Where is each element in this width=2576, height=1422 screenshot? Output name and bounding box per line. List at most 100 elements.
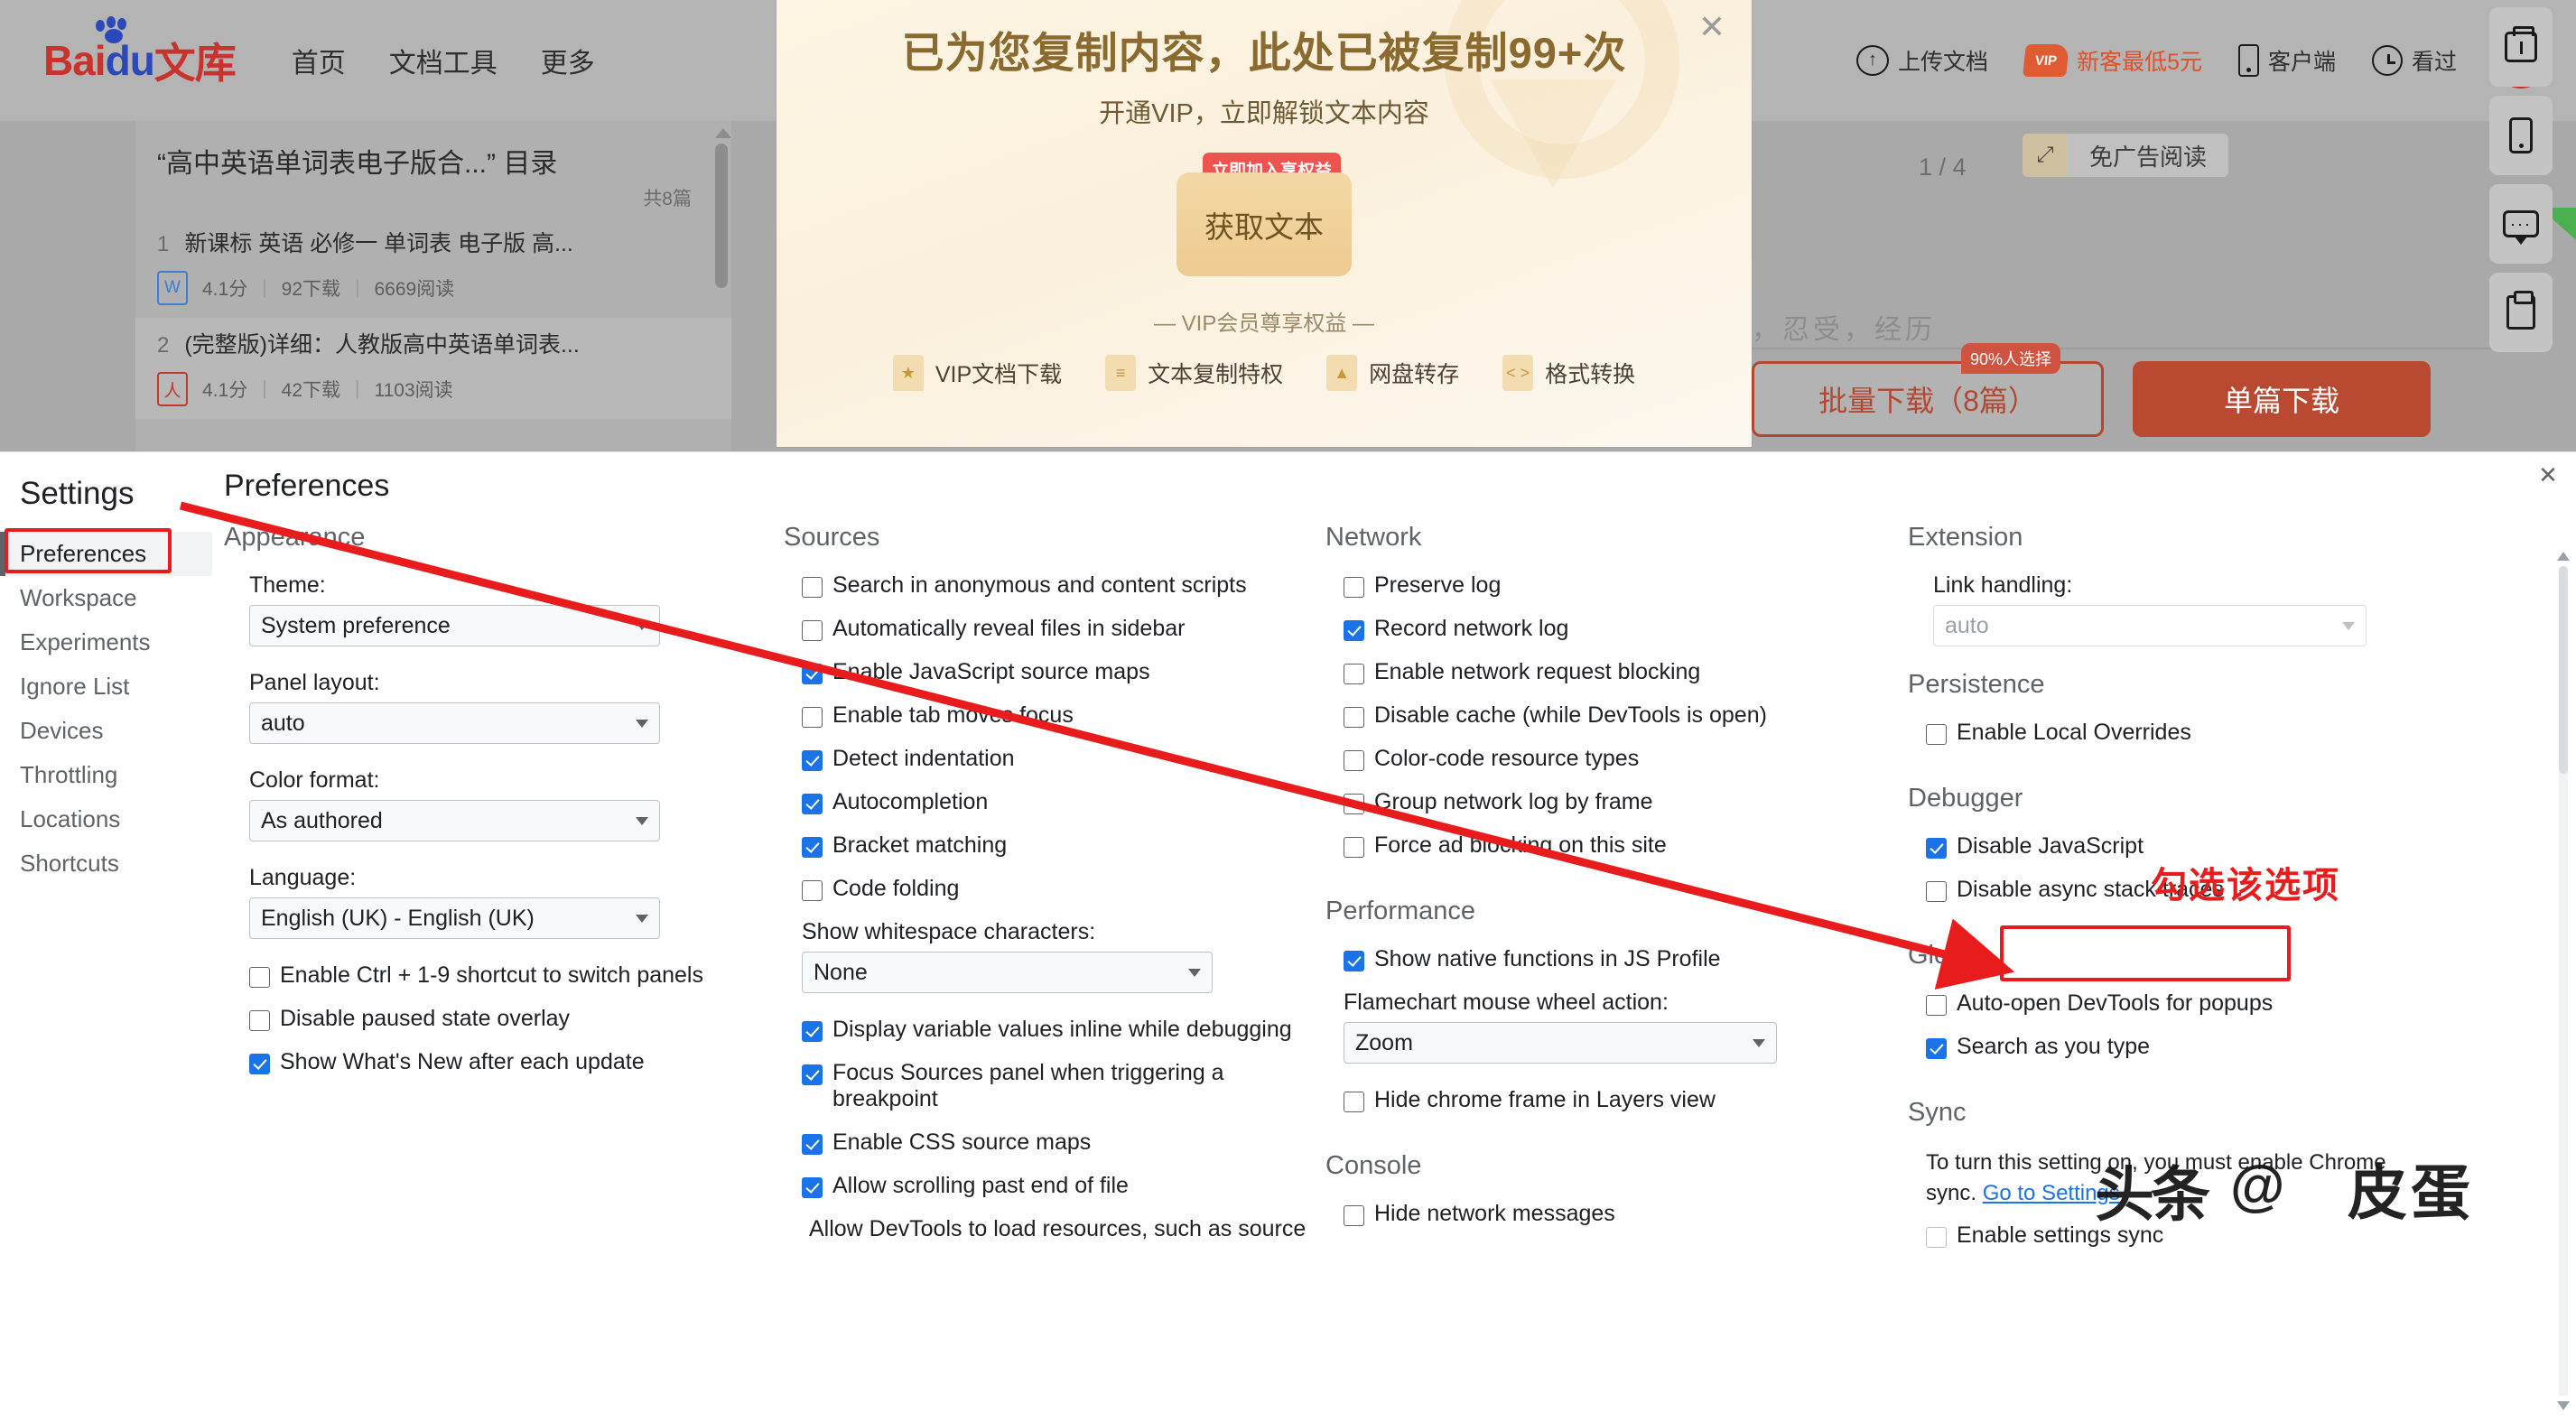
checkbox-icon[interactable] <box>802 837 823 858</box>
checkbox-force-ad-blocking[interactable]: Force ad blocking on this site <box>1344 832 1890 859</box>
scroll-up-arrow-icon[interactable] <box>2557 552 2570 561</box>
panel-layout-select[interactable]: auto <box>249 702 660 744</box>
history-button[interactable]: 看过 <box>2371 44 2457 77</box>
sidebar-item-preferences[interactable]: Preferences <box>0 532 212 576</box>
checkbox-autocompletion[interactable]: Autocompletion <box>802 789 1307 815</box>
checkbox-icon[interactable] <box>1344 794 1364 814</box>
checkbox-search-as-you-type[interactable]: Search as you type <box>1926 1034 2468 1060</box>
checkbox-icon[interactable] <box>1344 1205 1364 1226</box>
checkbox-code-folding[interactable]: Code folding <box>802 876 1307 902</box>
list-item[interactable]: 2 (完整版)详细：人教版高中英语单词表... 人 4.1分 | 42下载 | … <box>135 318 731 419</box>
scrollbar-thumb[interactable] <box>2559 566 2568 774</box>
checkbox-icon[interactable] <box>1344 750 1364 771</box>
checkbox-icon[interactable] <box>249 1010 270 1031</box>
benefit-text-copy[interactable]: ≡ 文本复制特权 <box>1105 355 1283 391</box>
single-download-button[interactable]: 单篇下载 <box>2133 361 2431 437</box>
checkbox-icon[interactable] <box>802 750 823 771</box>
checkbox-icon[interactable] <box>1344 577 1364 598</box>
sidebar-item-throttling[interactable]: Throttling <box>0 753 212 797</box>
adfree-reading-button[interactable]: ⤢ 免广告阅读 <box>2023 134 2228 177</box>
checkbox-icon[interactable] <box>1926 838 1947 859</box>
theme-select[interactable]: System preference <box>249 605 660 646</box>
checkbox-icon[interactable] <box>802 1064 823 1085</box>
scrollbar-thumb[interactable] <box>715 144 728 288</box>
scroll-down-arrow-icon[interactable] <box>2557 1401 2570 1410</box>
checkbox-icon[interactable] <box>1926 1038 1947 1059</box>
checkbox-icon[interactable] <box>1344 837 1364 858</box>
sidebar-item-ignore-list[interactable]: Ignore List <box>0 665 212 709</box>
checkbox-icon[interactable] <box>1926 995 1947 1016</box>
flamechart-select[interactable]: Zoom <box>1344 1022 1777 1064</box>
checkbox-focus-sources-on-breakpoint[interactable]: Focus Sources panel when triggering a br… <box>802 1060 1307 1112</box>
nav-item-doc-tools[interactable]: 文档工具 <box>389 41 498 80</box>
checkbox-icon[interactable] <box>802 1134 823 1155</box>
checkbox-icon[interactable] <box>1344 664 1364 684</box>
list-item[interactable]: 1 新课标 英语 必修一 单词表 电子版 高... W 4.1分 | 92下载 … <box>135 217 731 318</box>
whitespace-select[interactable]: None <box>802 952 1213 993</box>
checkbox-allow-devtools-load-resources[interactable]: Allow DevTools to load resources, such a… <box>809 1216 1307 1242</box>
briefcase-tool-button[interactable] <box>2489 7 2553 87</box>
settings-scrollbar[interactable] <box>2556 552 2571 1410</box>
sidebar-item-locations[interactable]: Locations <box>0 797 212 841</box>
language-select[interactable]: English (UK) - English (UK) <box>249 897 660 939</box>
checkbox-show-native-functions[interactable]: Show native functions in JS Profile <box>1344 946 1890 972</box>
checkbox-icon[interactable] <box>1344 707 1364 728</box>
checkbox-icon[interactable] <box>1344 620 1364 641</box>
checkbox-icon[interactable] <box>802 620 823 641</box>
checkbox-icon[interactable] <box>1344 1092 1364 1112</box>
checkbox-enable-js-source-maps[interactable]: Enable JavaScript source maps <box>802 659 1307 685</box>
sidebar-item-workspace[interactable]: Workspace <box>0 576 212 620</box>
nav-item-home[interactable]: 首页 <box>292 41 346 80</box>
checkbox-color-code-resource-types[interactable]: Color-code resource types <box>1344 746 1890 772</box>
checkbox-icon[interactable] <box>249 967 270 988</box>
color-format-select[interactable]: As authored <box>249 800 660 841</box>
checkbox-disable-cache[interactable]: Disable cache (while DevTools is open) <box>1344 702 1890 729</box>
link-handling-select[interactable]: auto <box>1933 605 2367 646</box>
checkbox-tab-moves-focus[interactable]: Enable tab moves focus <box>802 702 1307 729</box>
checkbox-record-network-log[interactable]: Record network log <box>1344 616 1890 642</box>
vip-promo-button[interactable]: VIP 新客最低5元 <box>2023 44 2202 77</box>
checkbox-auto-reveal-files[interactable]: Automatically reveal files in sidebar <box>802 616 1307 642</box>
clipboard-tool-button[interactable] <box>2489 273 2553 352</box>
feedback-tool-button[interactable]: ··· <box>2489 184 2553 264</box>
checkbox-icon[interactable] <box>802 577 823 598</box>
checkbox-icon[interactable] <box>802 664 823 684</box>
checkbox-allow-scrolling-past-eof[interactable]: Allow scrolling past end of file <box>802 1173 1307 1199</box>
checkbox-auto-open-devtools-popups[interactable]: Auto-open DevTools for popups <box>1926 990 2468 1017</box>
checkbox-icon[interactable] <box>1926 1227 1947 1249</box>
checkbox-icon[interactable] <box>249 1054 270 1074</box>
checkbox-detect-indentation[interactable]: Detect indentation <box>802 746 1307 772</box>
sidebar-item-experiments[interactable]: Experiments <box>0 620 212 665</box>
checkbox-icon[interactable] <box>802 1021 823 1042</box>
checkbox-enable-css-source-maps[interactable]: Enable CSS source maps <box>802 1129 1307 1156</box>
scroll-up-arrow-icon[interactable] <box>715 128 731 138</box>
checkbox-icon[interactable] <box>1926 881 1947 902</box>
checkbox-icon[interactable] <box>802 794 823 814</box>
checkbox-search-anonymous-scripts[interactable]: Search in anonymous and content scripts <box>802 572 1307 599</box>
benefit-format-convert[interactable]: < > 格式转换 <box>1502 355 1635 391</box>
checkbox-display-variable-values-inline[interactable]: Display variable values inline while deb… <box>802 1017 1307 1043</box>
checkbox-enable-local-overrides[interactable]: Enable Local Overrides <box>1926 720 2468 746</box>
checkbox-icon[interactable] <box>802 707 823 728</box>
nav-item-more[interactable]: 更多 <box>541 41 595 80</box>
close-icon[interactable]: ✕ <box>2533 460 2563 490</box>
checkbox-show-whats-new[interactable]: Show What's New after each update <box>249 1049 766 1075</box>
checkbox-hide-chrome-frame[interactable]: Hide chrome frame in Layers view <box>1344 1087 1890 1113</box>
checkbox-icon[interactable] <box>1344 951 1364 971</box>
checkbox-icon[interactable] <box>802 1177 823 1198</box>
checkbox-disable-paused-state-overlay[interactable]: Disable paused state overlay <box>249 1006 766 1032</box>
checkbox-enable-ctrl-shortcut[interactable]: Enable Ctrl + 1-9 shortcut to switch pan… <box>249 962 766 989</box>
checkbox-icon[interactable] <box>1926 724 1947 745</box>
benefit-cloud-save[interactable]: ▲ 网盘转存 <box>1326 355 1459 391</box>
client-app-button[interactable]: 客户端 <box>2237 44 2336 77</box>
sidebar-item-shortcuts[interactable]: Shortcuts <box>0 841 212 886</box>
checkbox-bracket-matching[interactable]: Bracket matching <box>802 832 1307 859</box>
document-list-scrollbar[interactable] <box>715 128 731 327</box>
checkbox-group-network-log-by-frame[interactable]: Group network log by frame <box>1344 789 1890 815</box>
get-text-button[interactable]: 获取文本 <box>1176 172 1352 276</box>
mobile-tool-button[interactable] <box>2489 96 2553 175</box>
checkbox-enable-network-request-blocking[interactable]: Enable network request blocking <box>1344 659 1890 685</box>
upload-doc-button[interactable]: 上传文档 <box>1856 44 1988 77</box>
checkbox-hide-network-messages[interactable]: Hide network messages <box>1344 1201 1890 1227</box>
sidebar-item-devices[interactable]: Devices <box>0 709 212 753</box>
